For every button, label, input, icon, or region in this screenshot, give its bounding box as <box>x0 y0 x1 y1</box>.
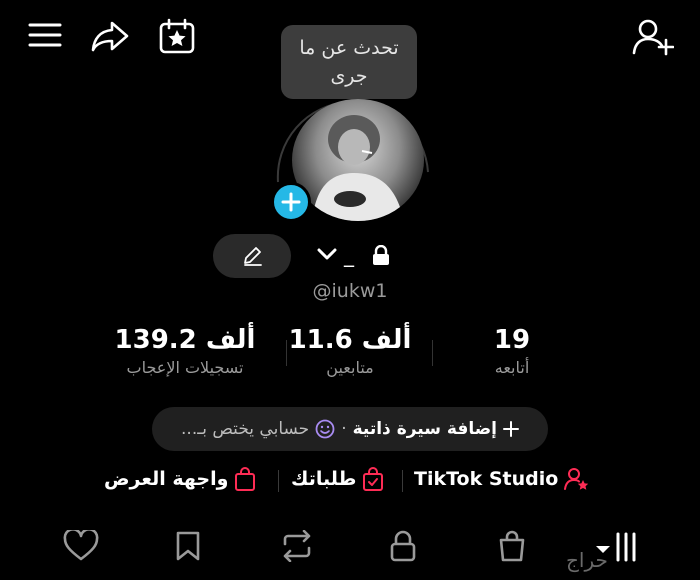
pencil-icon <box>241 245 263 267</box>
bag-check-icon <box>362 467 384 491</box>
plus-icon <box>502 421 519 437</box>
tiktok-studio-label: TikTok Studio <box>414 468 559 490</box>
lock-icon <box>372 245 390 265</box>
link-divider <box>402 470 403 492</box>
display-name[interactable]: _ <box>344 243 354 267</box>
shopping-bag-icon <box>234 467 256 491</box>
likes-label: تسجيلات الإعجاب <box>126 358 244 377</box>
followers-label: متابعين <box>326 358 374 377</box>
repost-icon[interactable] <box>279 530 315 562</box>
tooltip-line-2: جرى <box>330 65 368 87</box>
calendar-star-icon[interactable] <box>158 18 196 54</box>
bookmark-icon[interactable] <box>175 530 201 562</box>
add-bio-label: إضافة سيرة ذاتية <box>352 419 497 439</box>
username: @iukw1 <box>312 280 388 302</box>
hamburger-menu-icon[interactable] <box>28 20 62 50</box>
following-count[interactable]: 19 <box>450 325 574 355</box>
orders-link[interactable]: طلباتك <box>291 467 384 491</box>
orders-label: طلباتك <box>291 468 357 490</box>
add-story-button[interactable] <box>271 182 311 222</box>
share-arrow-icon[interactable] <box>90 20 130 52</box>
showcase-label: واجهة العرض <box>104 468 229 490</box>
edit-profile-button[interactable] <box>213 234 291 278</box>
tiktok-studio-link[interactable]: TikTok Studio <box>414 467 590 491</box>
likes-count[interactable]: 139.2 ألف <box>100 325 270 355</box>
lock-tab-icon[interactable] <box>389 530 417 562</box>
chevron-down-icon[interactable] <box>316 247 338 261</box>
following-label: أتابعه <box>494 358 530 377</box>
followers-count[interactable]: 11.6 ألف <box>280 325 420 355</box>
status-tooltip[interactable]: تحدث عن ما جرى <box>281 25 417 99</box>
bio-hint: حسابي يختص بـ... <box>181 419 310 439</box>
tooltip-line-1: تحدث عن ما <box>299 37 399 59</box>
user-star-icon <box>564 467 590 491</box>
showcase-link[interactable]: واجهة العرض <box>104 467 256 491</box>
link-divider <box>278 470 279 492</box>
smiley-icon <box>315 419 335 439</box>
add-user-icon[interactable] <box>632 18 674 56</box>
stat-divider <box>432 340 433 366</box>
bio-separator: · <box>341 419 347 439</box>
heart-icon[interactable] <box>63 530 99 562</box>
avatar[interactable] <box>292 99 424 221</box>
add-bio-button[interactable]: إضافة سيرة ذاتية · حسابي يختص بـ... <box>152 407 548 451</box>
watermark: حراج <box>566 548 608 572</box>
shop-bag-icon[interactable] <box>497 530 527 562</box>
